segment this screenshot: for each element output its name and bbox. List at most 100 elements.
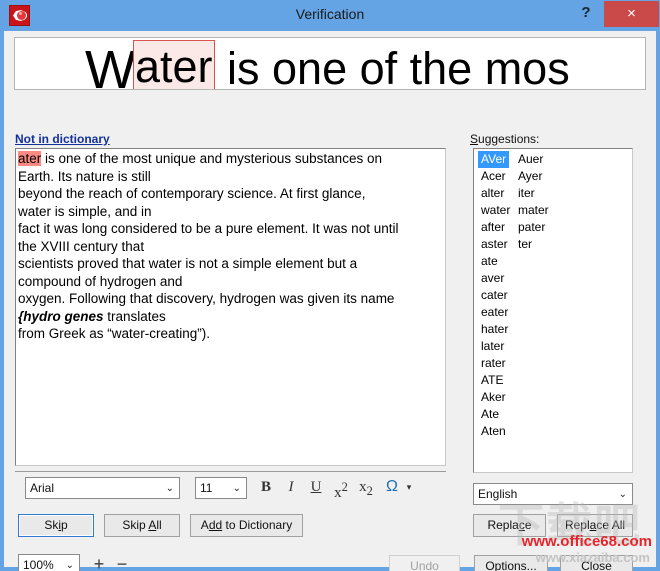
suggestion-primary: later [478,338,507,355]
misspelled-word: ater [18,151,41,166]
scanned-image-preview[interactable]: Water is one of the mos [14,37,646,90]
zoom-level-combo[interactable]: 100% ⌄ [18,554,80,571]
suggestion-secondary: Auer [518,151,543,168]
title-bar: Verification ? × [0,0,660,31]
text-line-rest: is one of the most unique and mysterious… [41,151,382,166]
close-label-post: se [599,559,612,571]
preview-trailing-text: is one of the mos [215,43,570,90]
italic-button[interactable]: I [280,476,302,498]
bold-button[interactable]: B [255,476,277,498]
options-button[interactable]: Options... [474,555,548,571]
replace-all-button[interactable]: Replace All [557,514,633,537]
add-to-dictionary-button[interactable]: Add to Dictionary [190,514,303,537]
skip-all-label-post: ll [156,518,161,532]
suggestion-primary: ate [478,253,501,270]
language-combo[interactable]: English ⌄ [473,483,633,505]
text-line: water is simple, and in [18,203,445,221]
suggestions-list[interactable]: AVer Auer AcerAyer alter iter watermater a… [473,148,633,473]
list-item[interactable]: Aker [474,389,632,406]
chevron-down-icon: ⌄ [166,478,174,499]
font-family-combo[interactable]: Arial ⌄ [25,477,180,499]
text-line: {hydro genes translates [18,308,445,326]
window-title: Verification [0,6,660,22]
skip-button[interactable]: Skip [18,514,94,537]
special-symbol-dropdown-arrow-icon[interactable]: ▾ [403,476,415,498]
list-item[interactable]: AcerAyer [474,168,632,185]
skip-all-button[interactable]: Skip All [104,514,180,537]
text-line: Earth. Its nature is still [18,168,445,186]
preview-leading-letter: W [85,40,133,90]
undo-button[interactable]: Undo [389,555,460,571]
superscript-button[interactable]: x2 [330,476,352,498]
zoom-level-value: 100% [23,558,54,571]
window-close-button[interactable]: × [604,1,659,27]
suggestion-primary: Aker [478,389,509,406]
zoom-in-icon[interactable]: + [89,552,109,571]
close-dialog-button[interactable]: Close [560,555,633,571]
suggestion-primary: cater [478,287,511,304]
text-line: compound of hydrogen and [18,273,445,291]
suggestion-primary: Aten [478,423,509,440]
suggestion-primary: rater [478,355,509,372]
list-item[interactable]: ate [474,253,632,270]
superscript-exponent: 2 [342,480,348,494]
replace-all-label-post: ce All [596,518,625,532]
subscript-index: 2 [367,484,373,498]
list-item[interactable]: AVer Auer [474,151,632,168]
suggestion-secondary: ter [518,236,532,253]
text-line-rest: translates [104,309,166,324]
replace-all-label-pre: Repl [565,518,590,532]
suggestion-primary: eater [478,304,511,321]
list-item[interactable]: watermater [474,202,632,219]
suggestion-primary: water [478,202,513,219]
list-item[interactable]: cater [474,287,632,304]
italic-phrase: {hydro genes [18,309,104,324]
list-item[interactable]: later [474,338,632,355]
text-line: ater is one of the most unique and myste… [18,150,445,168]
undo-label-post: ndo [419,559,439,571]
suggestion-primary: after [478,219,508,236]
replace-button[interactable]: Replace [473,514,546,537]
zoom-out-icon[interactable]: − [112,552,132,571]
preview-text-line: Water is one of the mos [85,38,570,90]
suggestion-primary: alter [478,185,507,202]
options-label-post: ptions... [495,559,537,571]
special-symbol-omega-icon[interactable]: Ω [381,476,403,498]
chevron-down-icon: ⌄ [619,484,627,505]
recognized-text-editor[interactable]: ater is one of the most unique and myste… [15,148,446,466]
font-family-value: Arial [30,481,54,495]
suggestion-secondary: pater [518,219,545,236]
dialog-client-area: Water is one of the mos Not in dictionar… [4,31,656,567]
underline-button[interactable]: U [305,476,327,498]
list-item[interactable]: after pater [474,219,632,236]
list-item[interactable]: aster ter [474,236,632,253]
font-size-combo[interactable]: 11 ⌄ [195,477,247,499]
help-button[interactable]: ? [574,2,598,24]
suggestion-primary: aster [478,236,511,253]
add-dict-label-accel: dd [209,518,222,532]
suggestion-primary: AVer [478,151,509,168]
undo-label-accel: U [410,559,419,571]
list-item[interactable]: eater [474,304,632,321]
text-line: beyond the reach of contemporary science… [18,185,445,203]
list-item[interactable]: hater [474,321,632,338]
list-item[interactable]: Ate [474,406,632,423]
suggestion-primary: aver [478,270,507,287]
text-line: oxygen. Following that discovery, hydrog… [18,290,445,308]
suggestion-secondary: iter [518,185,535,202]
suggestions-label-rest: uggestions: [478,132,539,146]
preview-misspelled-word: ater [133,40,215,90]
list-item[interactable]: aver [474,270,632,287]
language-value: English [478,487,517,501]
subscript-button[interactable]: x2 [355,476,377,498]
list-item[interactable]: alter iter [474,185,632,202]
suggestion-secondary: Ayer [518,168,542,185]
list-item[interactable]: rater [474,355,632,372]
suggestion-primary: ATE [478,372,506,389]
list-item[interactable]: Aten [474,423,632,440]
list-item[interactable]: ATE [474,372,632,389]
not-in-dictionary-label: Not in dictionary [15,132,110,146]
chevron-down-icon: ⌄ [233,478,241,499]
chevron-down-icon: ⌄ [66,555,74,571]
subscript-base: x [359,479,367,495]
